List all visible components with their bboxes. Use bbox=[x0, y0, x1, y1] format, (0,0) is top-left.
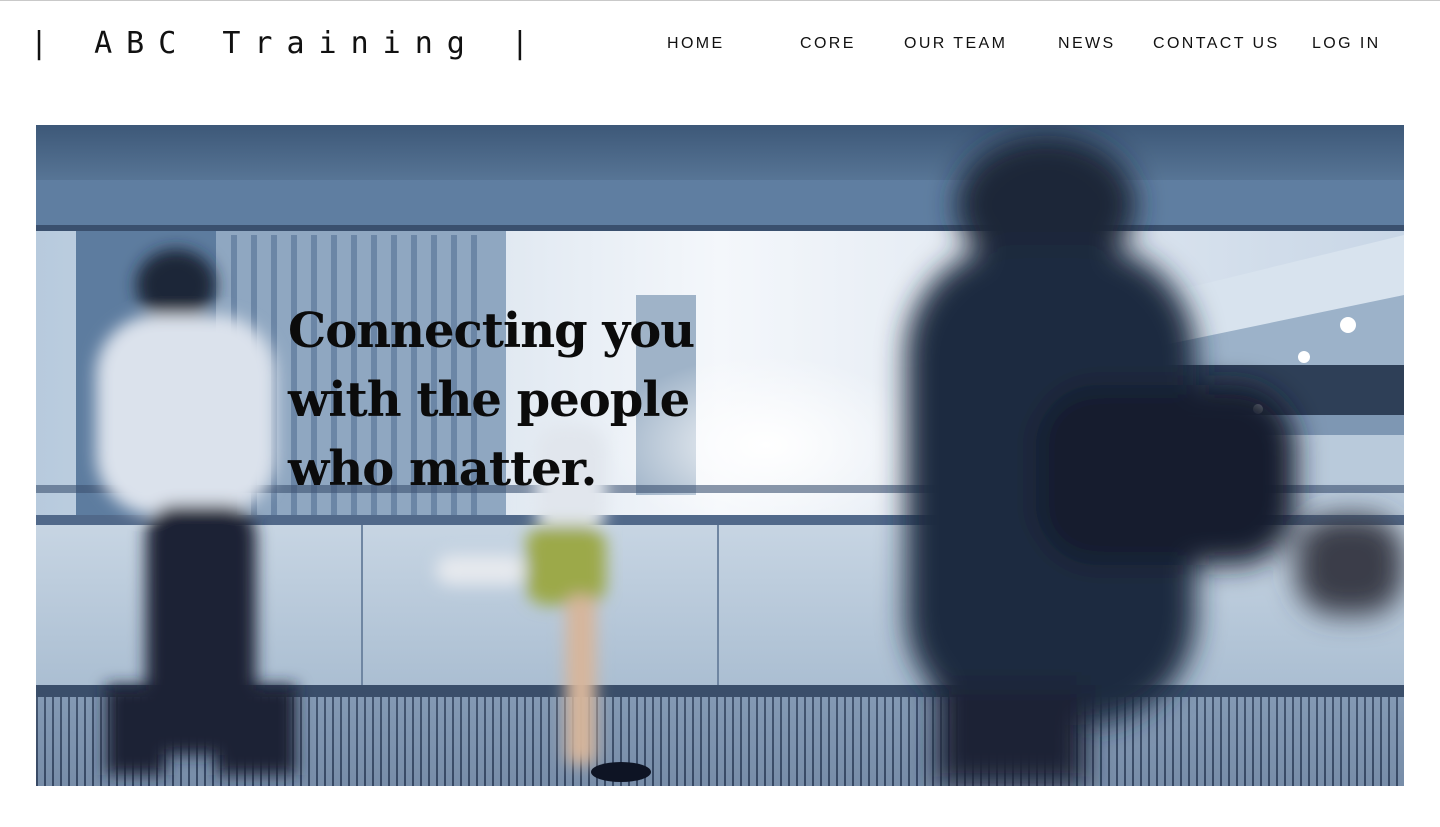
site-header: | ABC Training | HOME CORE OUR TEAM NEWS… bbox=[0, 1, 1440, 85]
hero-headline-line-2: with the people bbox=[288, 372, 690, 428]
nav-news-link[interactable]: NEWS bbox=[1058, 35, 1116, 53]
nav-log-in-link[interactable]: LOG IN bbox=[1312, 35, 1381, 53]
hero-headline: Connecting you with the people who matte… bbox=[288, 297, 728, 504]
hero-headline-line-1: Connecting you bbox=[288, 303, 695, 359]
nav-contact-us-link[interactable]: CONTACT US bbox=[1153, 35, 1280, 53]
hero-banner: Connecting you with the people who matte… bbox=[36, 125, 1404, 786]
nav-our-team-link[interactable]: OUR TEAM bbox=[904, 35, 1007, 53]
hero-headline-line-3: who matter. bbox=[288, 441, 597, 497]
nav-home-link[interactable]: HOME bbox=[667, 35, 725, 53]
nav-core-link[interactable]: CORE bbox=[800, 35, 856, 53]
main-nav: HOME CORE OUR TEAM NEWS CONTACT US LOG I… bbox=[0, 35, 1440, 55]
